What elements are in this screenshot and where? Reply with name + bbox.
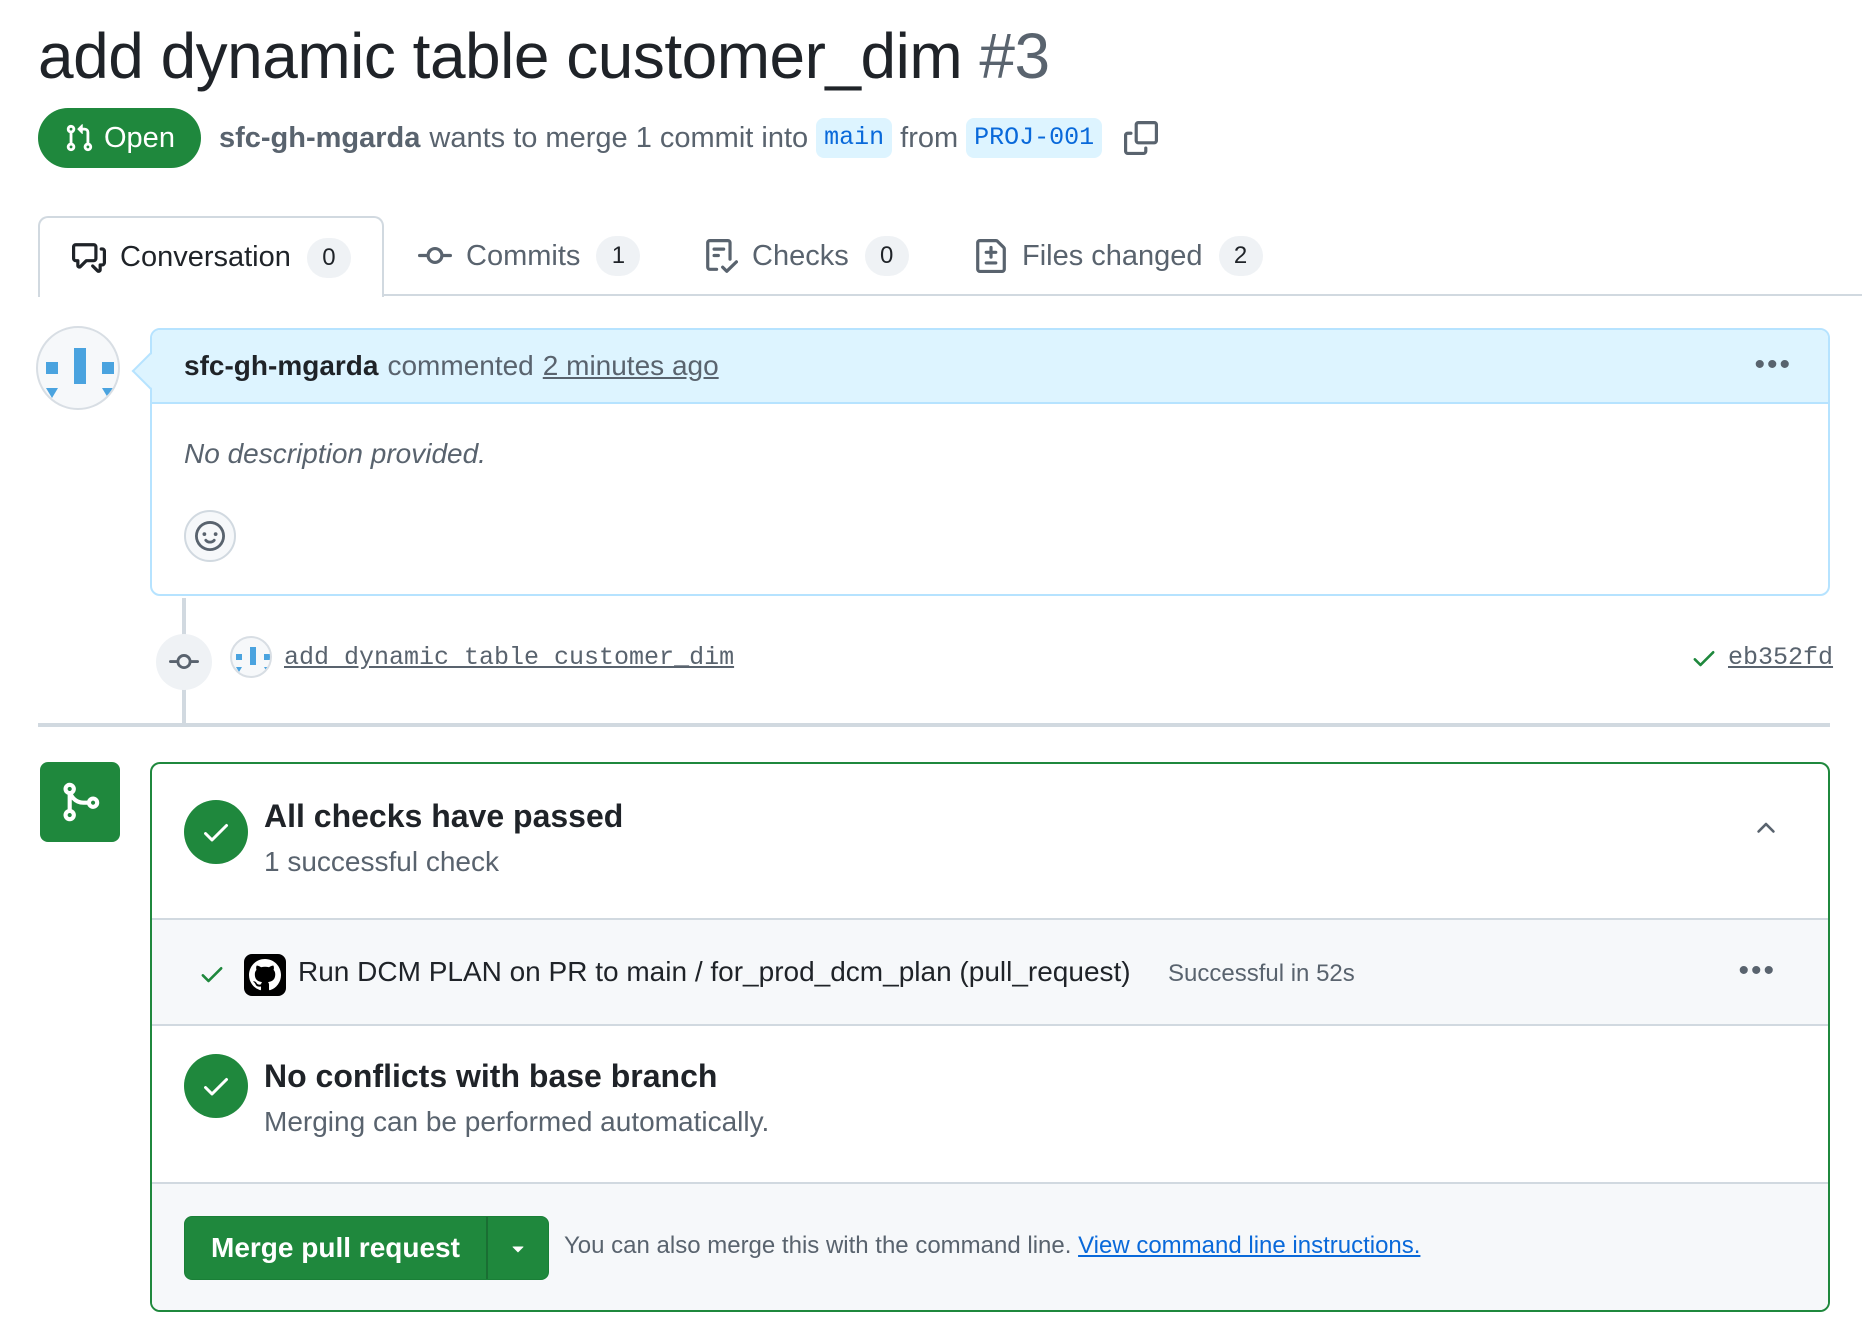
commit-message-link[interactable]: add dynamic table customer_dim (284, 643, 734, 672)
git-commit-icon (156, 634, 212, 690)
commit-sha-link[interactable]: eb352fd (1728, 643, 1833, 672)
comment-action: commented (387, 350, 534, 381)
conflicts-section: No conflicts with base branch Merging ca… (152, 1026, 1828, 1182)
copy-icon[interactable] (1124, 121, 1159, 155)
merge-note: You can also merge this with the command… (564, 1232, 1420, 1260)
checks-title: All checks have passed (264, 798, 624, 834)
base-branch[interactable]: main (816, 118, 893, 158)
timeline-divider (38, 723, 1830, 727)
merge-dropdown-button[interactable] (485, 1217, 548, 1279)
tab-commits-label: Commits (466, 239, 581, 272)
tab-commits-count: 1 (596, 236, 641, 276)
check-circle-icon (184, 1054, 248, 1118)
tab-files-changed-count: 2 (1218, 236, 1263, 276)
triangle-down-icon (512, 1246, 524, 1253)
commit-author-avatar[interactable] (230, 636, 272, 678)
file-diff-icon (976, 239, 1006, 273)
merge-button-group: Merge pull request (184, 1216, 549, 1280)
merge-text: wants to merge 1 commit into (429, 121, 809, 154)
git-pull-request-icon (66, 124, 93, 152)
git-commit-icon (418, 246, 452, 264)
checks-subtitle: 1 successful check (264, 846, 499, 877)
pr-author-link[interactable]: sfc-gh-mgarda (219, 122, 420, 155)
smiley-icon[interactable] (184, 510, 236, 562)
pr-number: #3 (979, 20, 1050, 92)
check-run-row[interactable]: Run DCM PLAN on PR to main / for_prod_dc… (152, 918, 1828, 1026)
tab-checks[interactable]: Checks 0 (704, 216, 909, 296)
check-run-name[interactable]: Run DCM PLAN on PR to main / for_prod_dc… (298, 956, 1131, 988)
check-icon (201, 967, 223, 983)
check-circle-icon (184, 800, 248, 864)
tab-conversation-label: Conversation (120, 241, 291, 273)
pr-title: add dynamic table customer_dim #3 (38, 14, 1050, 98)
kebab-horizontal-icon[interactable]: ••• (1754, 350, 1792, 380)
comment-timestamp-link[interactable]: 2 minutes ago (543, 350, 719, 382)
kebab-horizontal-icon[interactable]: ••• (1738, 954, 1776, 988)
comment-author-link[interactable]: sfc-gh-mgarda (184, 350, 378, 382)
head-branch[interactable]: PROJ-001 (966, 118, 1103, 158)
comment-body: No description provided. (184, 438, 486, 469)
chevron-up-icon[interactable] (1752, 814, 1780, 842)
git-merge-icon (40, 762, 120, 842)
state-label: Open (104, 121, 175, 154)
merge-box: All checks have passed 1 successful chec… (150, 762, 1830, 1312)
tab-conversation[interactable]: Conversation 0 (38, 216, 384, 297)
checklist-icon (706, 239, 738, 273)
merge-pull-request-button[interactable]: Merge pull request (185, 1217, 486, 1279)
check-icon[interactable] (1690, 644, 1718, 672)
author-avatar[interactable] (36, 326, 120, 410)
tab-files-changed[interactable]: Files changed 2 (974, 216, 1263, 296)
from-text: from (900, 121, 959, 154)
tab-commits[interactable]: Commits 1 (418, 216, 641, 296)
tab-checks-count: 0 (864, 236, 909, 276)
tab-files-changed-label: Files changed (1022, 239, 1203, 272)
merge-note-text: You can also merge this with the command… (564, 1232, 1072, 1259)
conflicts-title: No conflicts with base branch (264, 1058, 718, 1094)
comment-discussion-icon (72, 242, 106, 273)
github-actions-icon (244, 954, 286, 996)
comment-header: sfc-gh-mgarda commented 2 minutes ago ••… (152, 330, 1828, 404)
tab-conversation-count: 0 (306, 237, 351, 278)
state-badge: Open (38, 108, 201, 168)
conflicts-subtitle: Merging can be performed automatically. (264, 1106, 770, 1137)
pr-title-text: add dynamic table customer_dim (38, 20, 963, 92)
check-run-status: Successful in 52s (1168, 960, 1355, 987)
pr-meta: Open sfc-gh-mgarda wants to merge 1 comm… (38, 108, 1159, 168)
comment-box: sfc-gh-mgarda commented 2 minutes ago ••… (131, 328, 1830, 596)
tab-checks-label: Checks (752, 239, 849, 272)
command-line-instructions-link[interactable]: View command line instructions. (1078, 1232, 1420, 1259)
checks-section[interactable]: All checks have passed 1 successful chec… (152, 764, 1828, 918)
merge-actions: Merge pull request You can also merge th… (152, 1182, 1828, 1310)
